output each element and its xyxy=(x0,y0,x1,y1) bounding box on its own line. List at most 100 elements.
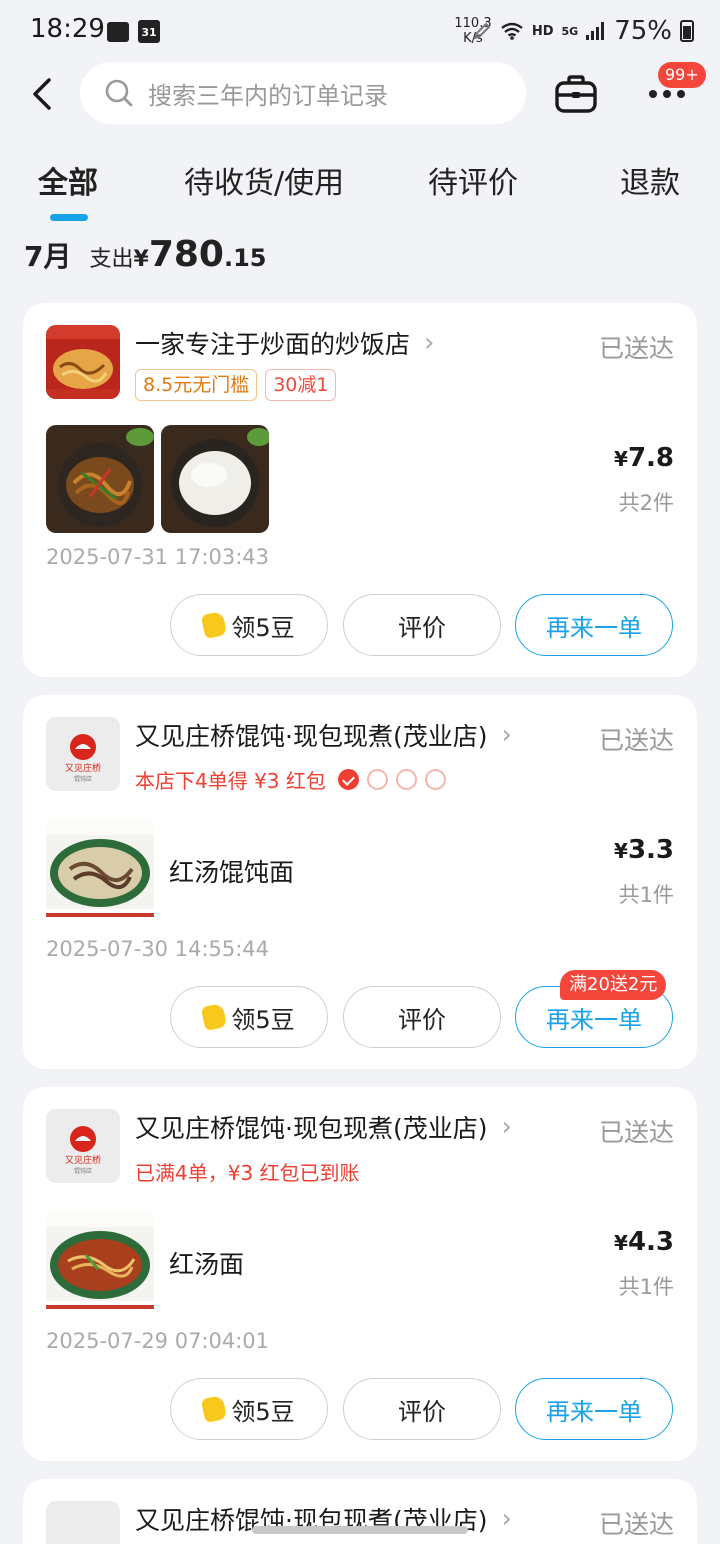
price-currency: ¥ xyxy=(614,447,628,471)
toolbox-icon xyxy=(555,75,597,113)
spend-amount-dec: .15 xyxy=(223,244,267,272)
active-tab-indicator xyxy=(50,214,88,221)
food-image-rice[interactable] xyxy=(161,425,269,533)
hd-indicator: HD xyxy=(531,23,554,39)
price-value: 3.3 xyxy=(627,835,674,865)
bean-icon xyxy=(201,1002,228,1032)
logo-text: 又见庄桥 xyxy=(65,1154,101,1166)
item-name: 红汤馄饨面 xyxy=(169,858,295,887)
item-count: 共1件 xyxy=(618,883,674,907)
order-card[interactable]: 一家专注于炒面的炒饭店 › 已送达 8.5元无门槛 30减1 ¥7.8 共2件 xyxy=(23,303,697,677)
tab-pending-receipt[interactable]: 待收货/使用 xyxy=(184,158,344,202)
home-indicator[interactable] xyxy=(252,1526,468,1534)
discount-tag: 30减1 xyxy=(265,369,337,401)
claim-beans-label: 领5豆 xyxy=(231,1397,295,1426)
claim-beans-button[interactable]: 领5豆 xyxy=(170,1378,328,1440)
order-status: 已送达 xyxy=(598,1510,674,1539)
chevron-right-icon: › xyxy=(501,1112,512,1142)
search-input[interactable]: 搜索三年内的订单记录 xyxy=(80,62,526,124)
reorder-label: 再来一单 xyxy=(546,1005,642,1034)
promo-progress xyxy=(337,769,446,790)
status-bar: 18:29 31 110.3 K/s HD 5G 75% xyxy=(0,0,720,62)
search-icon xyxy=(105,79,133,107)
check-circle-icon xyxy=(337,769,359,790)
logo-subtext: 馄饨店 xyxy=(74,775,92,783)
store-name: 一家专注于炒面的炒饭店 xyxy=(135,330,411,359)
review-label: 评价 xyxy=(398,1005,446,1034)
store-name-link[interactable]: 又见庄桥馄饨·现包现煮(茂业店) › xyxy=(135,1109,512,1145)
store-logo[interactable] xyxy=(46,325,120,399)
promo-text: 已满4单，¥3 红包已到账 xyxy=(135,1161,360,1185)
claim-beans-button[interactable]: 领5豆 xyxy=(170,986,328,1048)
price-value: 4.3 xyxy=(627,1227,674,1257)
month-summary: 7月 支出 ¥ 780 .15 xyxy=(24,234,266,284)
food-image-wonton-noodles[interactable] xyxy=(46,817,154,925)
reorder-button[interactable]: 再来一单 xyxy=(515,1378,673,1440)
more-dot xyxy=(677,90,685,98)
store-logo[interactable]: 又见庄桥 馄饨店 xyxy=(46,1109,120,1183)
logo-text: 又见庄桥 xyxy=(65,762,101,774)
review-button[interactable]: 评价 xyxy=(343,594,501,656)
coupon-tag: 8.5元无门槛 xyxy=(135,369,258,401)
store-logo[interactable]: 又见庄桥 馄饨店 xyxy=(46,717,120,791)
order-price: ¥3.3 xyxy=(614,835,674,865)
review-label: 评价 xyxy=(398,1397,446,1426)
store-name-link[interactable]: 一家专注于炒面的炒饭店 › xyxy=(135,325,434,361)
spend-amount-int: 780 xyxy=(148,234,224,275)
review-button[interactable]: 评价 xyxy=(343,986,501,1048)
logo-subtext: 馄饨店 xyxy=(74,1167,92,1175)
search-placeholder: 搜索三年内的订单记录 xyxy=(148,81,388,110)
more-dot xyxy=(663,90,671,98)
chevron-right-icon: › xyxy=(501,1504,512,1534)
bean-icon xyxy=(201,610,228,640)
promo-text: 本店下4单得 ¥3 红包 xyxy=(135,769,326,793)
image-icon xyxy=(107,22,129,42)
store-logo[interactable] xyxy=(46,1501,120,1544)
reorder-button[interactable]: 再来一单 xyxy=(515,594,673,656)
notification-badge: 99+ xyxy=(658,62,706,88)
order-status: 已送达 xyxy=(598,726,674,755)
price-currency: ¥ xyxy=(614,839,628,863)
order-time: 2025-07-30 14:55:44 xyxy=(46,937,270,961)
tab-pending-review[interactable]: 待评价 xyxy=(428,158,518,202)
empty-circle-icon xyxy=(424,769,446,790)
review-button[interactable]: 评价 xyxy=(343,1378,501,1440)
store-name: 又见庄桥馄饨·现包现煮(茂业店) xyxy=(135,722,488,751)
claim-beans-button[interactable]: 领5豆 xyxy=(170,594,328,656)
review-label: 评价 xyxy=(398,613,446,642)
battery-percent: 75% xyxy=(614,16,672,46)
order-time: 2025-07-31 17:03:43 xyxy=(46,545,270,569)
coupon-tags: 8.5元无门槛 30减1 xyxy=(135,369,337,401)
calendar-icon: 31 xyxy=(138,20,160,43)
price-value: 7.8 xyxy=(627,443,674,473)
chevron-right-icon: › xyxy=(501,720,512,750)
pen-icon xyxy=(473,22,491,40)
bean-icon xyxy=(201,1394,228,1424)
food-image-fried-noodles[interactable] xyxy=(46,425,154,533)
back-button[interactable] xyxy=(24,72,60,116)
reorder-promo-badge: 满20送2元 xyxy=(560,970,667,1000)
store-name-link[interactable]: 又见庄桥馄饨·现包现煮(茂业店) › xyxy=(135,717,512,753)
tab-refund[interactable]: 退款 xyxy=(620,158,680,202)
clock: 18:29 xyxy=(30,14,105,44)
order-status: 已送达 xyxy=(598,334,674,363)
tab-all[interactable]: 全部 xyxy=(38,158,98,202)
order-card[interactable]: 又见庄桥 馄饨店 又见庄桥馄饨·现包现煮(茂业店) › 已送达 本店下4单得 ¥… xyxy=(23,695,697,1069)
order-status: 已送达 xyxy=(598,1118,674,1147)
order-time: 2025-07-29 07:04:01 xyxy=(46,1329,270,1353)
store-promo: 本店下4单得 ¥3 红包 xyxy=(135,765,446,794)
food-image-red-soup-noodles[interactable] xyxy=(46,1209,154,1317)
status-icons: HD 5G 75% xyxy=(472,14,694,48)
battery-icon xyxy=(680,20,694,42)
claim-beans-label: 领5豆 xyxy=(231,1005,295,1034)
empty-circle-icon xyxy=(366,769,388,790)
item-count: 共2件 xyxy=(618,491,674,515)
item-count: 共1件 xyxy=(618,1275,674,1299)
order-card[interactable]: 又见庄桥馄饨·现包现煮(茂业店) › 已送达 xyxy=(23,1479,697,1544)
reorder-label: 再来一单 xyxy=(546,613,642,642)
more-dot xyxy=(649,90,657,98)
chevron-right-icon: › xyxy=(424,328,435,358)
order-card[interactable]: 又见庄桥 馄饨店 又见庄桥馄饨·现包现煮(茂业店) › 已送达 已满4单，¥3 … xyxy=(23,1087,697,1461)
price-currency: ¥ xyxy=(614,1231,628,1255)
toolbox-button[interactable] xyxy=(552,70,600,118)
